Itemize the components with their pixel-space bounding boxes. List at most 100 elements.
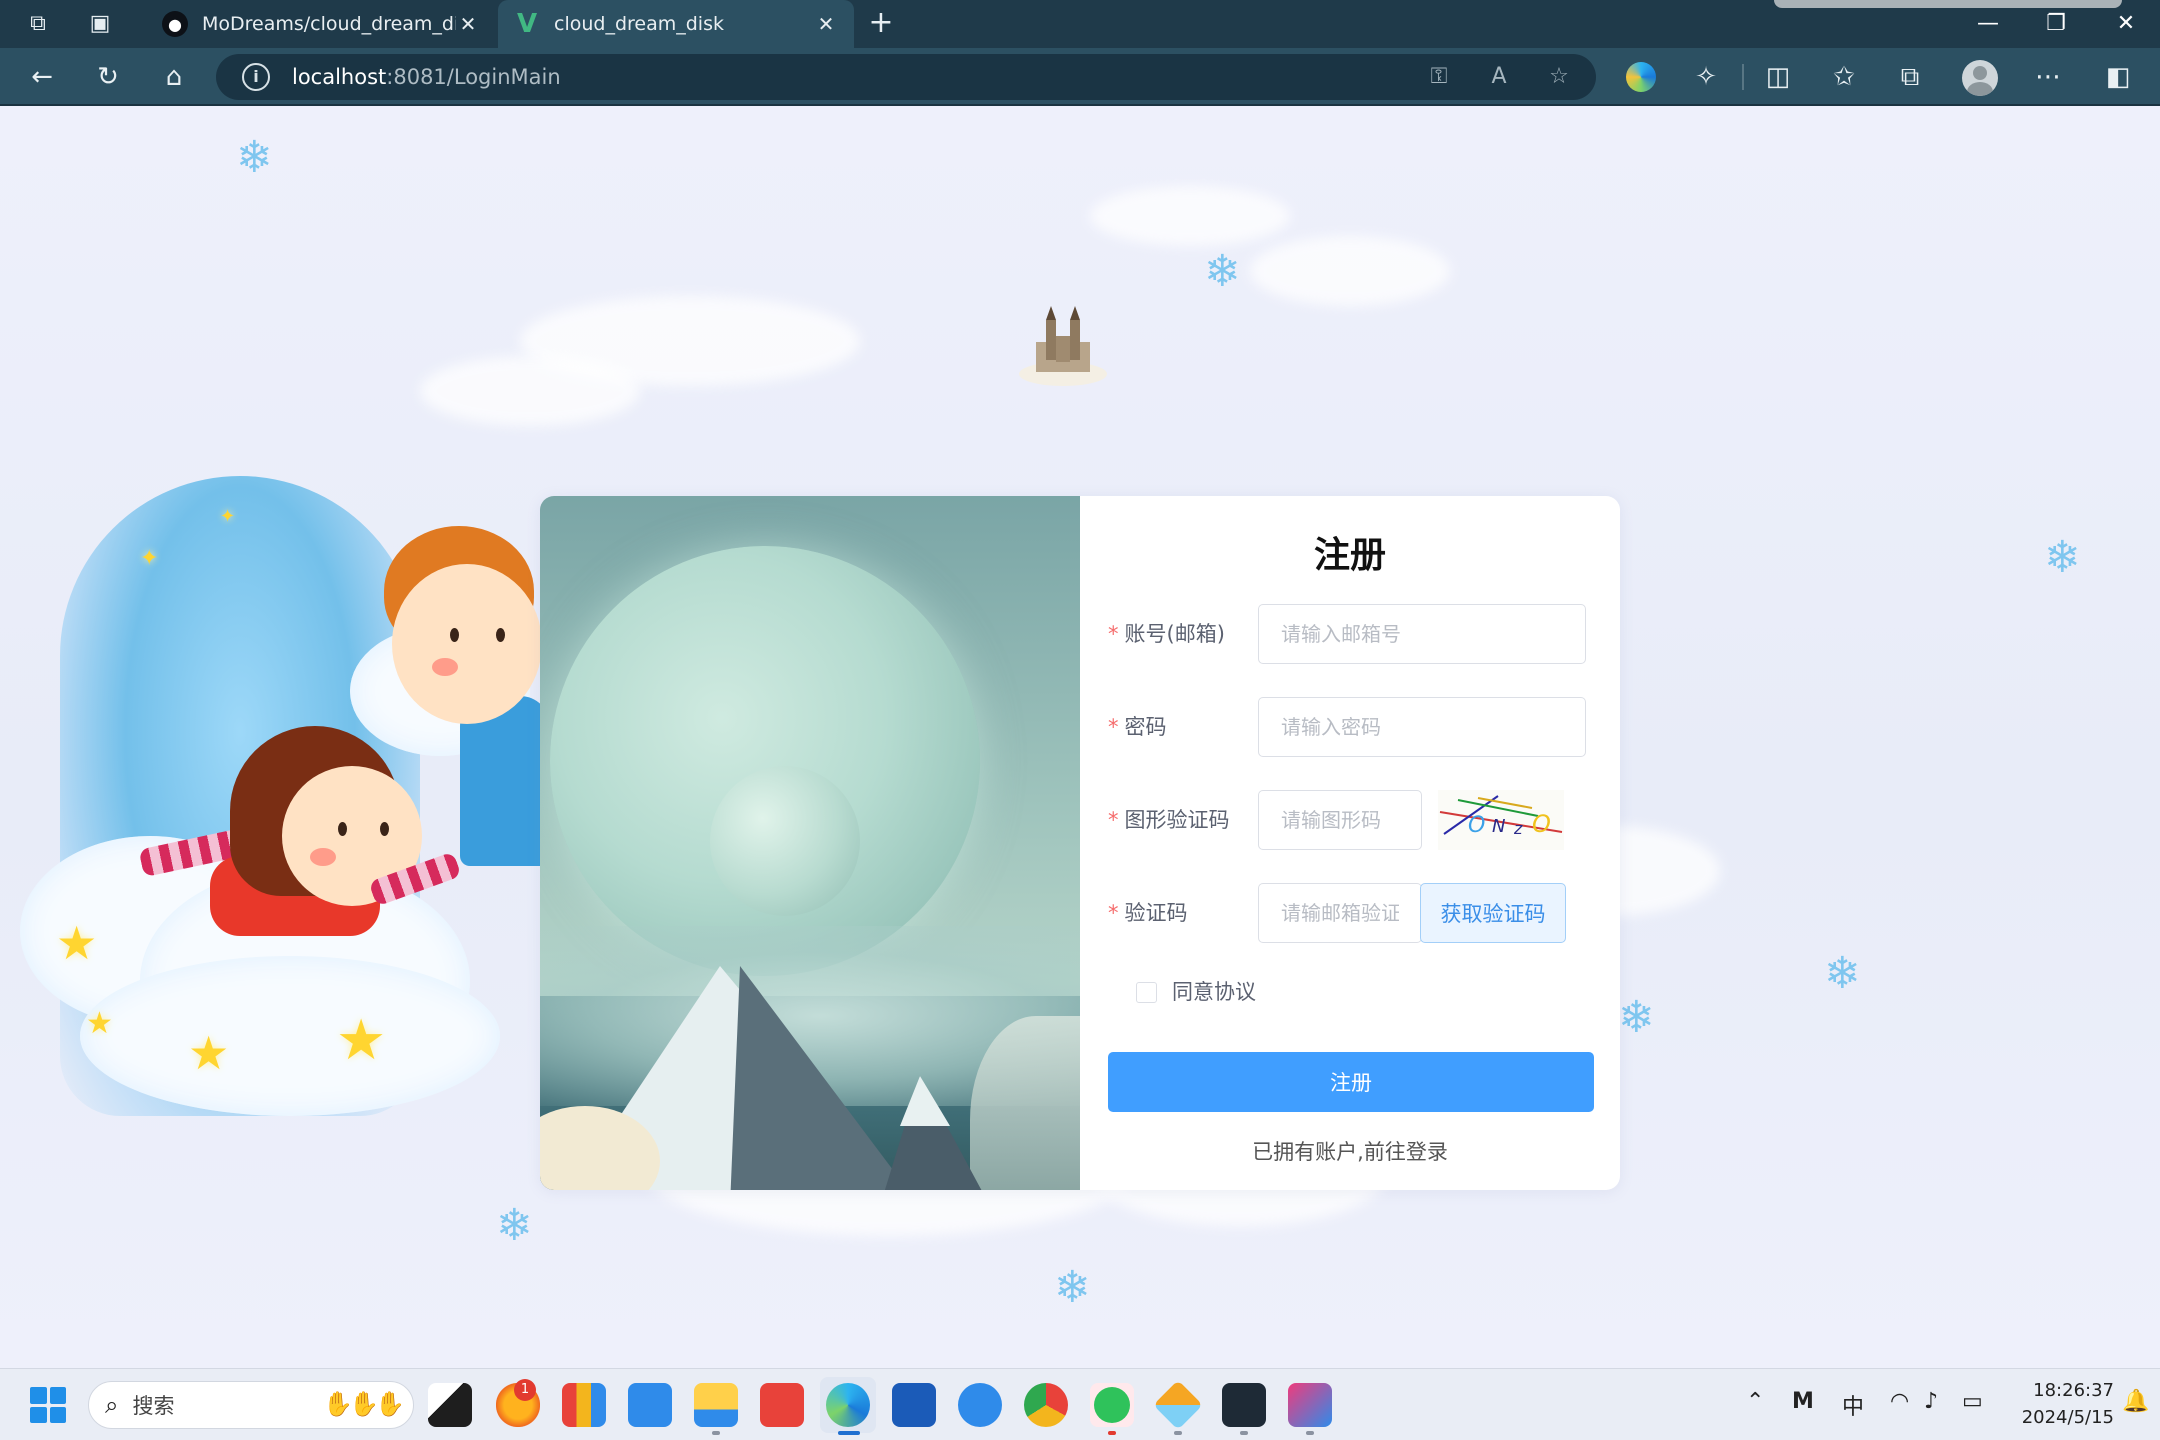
snowflake-icon: ❄ <box>1824 948 1861 999</box>
more-menu-icon[interactable]: ⋯ <box>2028 58 2068 96</box>
running-indicator <box>712 1431 720 1435</box>
collections-icon[interactable]: ⧉ <box>1890 58 1930 96</box>
code-label-text: 验证码 <box>1124 901 1188 925</box>
url-text[interactable]: localhost:8081/LoginMain <box>292 65 561 89</box>
cloud-drive-icon[interactable] <box>628 1383 672 1427</box>
register-submit-button[interactable]: 注册 <box>1108 1052 1594 1112</box>
wechat-icon[interactable] <box>1094 1387 1130 1423</box>
boy-eye <box>450 628 459 642</box>
close-tab-icon[interactable]: ✕ <box>814 12 838 36</box>
password-key-icon[interactable]: ⚿ <box>1422 60 1456 94</box>
agree-checkbox[interactable] <box>1136 982 1157 1003</box>
tab-actions-icon[interactable]: ▣ <box>84 8 116 40</box>
url-host: localhost <box>292 65 387 89</box>
app-diamond-icon[interactable] <box>1153 1380 1203 1430</box>
extensions-icon[interactable]: ✧ <box>1686 58 1726 96</box>
active-indicator <box>838 1431 860 1435</box>
captcha-char: O <box>1468 813 1485 838</box>
star-icon: ✦ <box>220 506 236 527</box>
notifications-icon[interactable]: 🔔 <box>2122 1389 2149 1414</box>
new-tab-button[interactable]: + <box>864 8 898 40</box>
battery-icon[interactable]: ▭ <box>1962 1389 1983 1414</box>
search-icon: ⌕ <box>105 1391 119 1419</box>
get-code-button[interactable]: 获取验证码 <box>1420 883 1566 943</box>
profile-avatar[interactable] <box>1962 60 1998 96</box>
minimize-button[interactable]: — <box>1958 4 2018 44</box>
girl-eye <box>338 822 347 836</box>
address-bar[interactable]: i localhost:8081/LoginMain ⚿ A ☆ <box>216 54 1596 100</box>
taskbar-search[interactable]: ⌕ 搜索 ✋✋✋ <box>88 1381 414 1429</box>
star-icon: ★ <box>56 916 98 970</box>
windows-taskbar: ⌕ 搜索 ✋✋✋ 1 ⌃ M 中 ◠ ♪ ▭ 18:26:37 2024/5/1… <box>0 1368 2160 1440</box>
captcha-label-text: 图形验证码 <box>1124 808 1230 832</box>
read-aloud-icon[interactable]: A <box>1482 60 1516 94</box>
tray-overflow-icon[interactable]: ⌃ <box>1746 1389 1764 1414</box>
close-window-button[interactable]: ✕ <box>2096 4 2156 44</box>
tab-title: cloud_dream_disk <box>554 13 724 35</box>
close-tab-icon[interactable]: ✕ <box>456 12 480 36</box>
required-mark: * <box>1108 808 1119 832</box>
captcha-image[interactable]: O N z O <box>1438 790 1564 850</box>
home-icon[interactable]: ⌂ <box>154 58 194 96</box>
snowflake-icon: ❄ <box>1204 246 1241 297</box>
vue-icon: V <box>516 9 538 39</box>
site-info-icon[interactable]: i <box>242 63 270 91</box>
agree-label[interactable]: 同意协议 <box>1172 974 1256 1010</box>
task-view-icon[interactable] <box>428 1383 472 1427</box>
back-icon[interactable]: ← <box>22 58 62 96</box>
mountain-snowcap <box>900 1076 950 1126</box>
form-title: 注册 <box>1313 535 1386 576</box>
favorites-icon[interactable]: ✩ <box>1824 58 1864 96</box>
castle-illustration <box>1019 306 1107 386</box>
wifi-icon[interactable]: ◠ <box>1890 1389 1909 1414</box>
volume-icon[interactable]: ♪ <box>1924 1389 1938 1414</box>
password-label-text: 密码 <box>1124 715 1167 739</box>
split-screen-icon[interactable]: ◫ <box>1758 58 1798 96</box>
app-store-huawei-icon[interactable] <box>760 1383 804 1427</box>
running-indicator <box>1306 1431 1314 1435</box>
small-planet <box>710 766 860 916</box>
copilot-icon[interactable] <box>1626 62 1656 92</box>
tab-cloud-dream-disk[interactable]: V cloud_dream_disk ✕ <box>498 0 854 48</box>
captcha-input[interactable] <box>1258 790 1422 850</box>
star-icon: ★ <box>336 1008 387 1073</box>
running-indicator <box>1174 1431 1182 1435</box>
app-colorful-icon[interactable] <box>562 1383 606 1427</box>
search-label: 搜索 <box>132 1394 175 1418</box>
tab-title: MoDreams/cloud_dream_disk: — <box>202 13 456 35</box>
intellij-idea-icon[interactable] <box>1288 1383 1332 1427</box>
system-clock[interactable]: 18:26:37 2024/5/15 <box>2004 1377 2114 1431</box>
required-mark: * <box>1108 901 1119 925</box>
captcha-char: z <box>1513 819 1523 838</box>
tray-app-icon[interactable]: M <box>1792 1389 1814 1414</box>
refresh-icon[interactable]: ↻ <box>88 58 128 96</box>
search-highlight-icon: ✋✋✋ <box>323 1390 405 1418</box>
go-to-login-link[interactable]: 已拥有账户,前往登录 <box>1080 1136 1620 1166</box>
ime-indicator[interactable]: 中 <box>1842 1389 1864 1421</box>
star-icon: ★ <box>188 1026 230 1080</box>
password-input[interactable] <box>1258 697 1586 757</box>
snowflake-icon: ❄ <box>1054 1262 1091 1313</box>
snowflake-icon: ❄ <box>496 1200 533 1251</box>
app-blue-icon[interactable] <box>958 1383 1002 1427</box>
email-input[interactable] <box>1258 604 1586 664</box>
terminal-icon[interactable] <box>1222 1383 1266 1427</box>
illustration-cloud <box>80 956 500 1116</box>
chrome-icon[interactable] <box>1024 1383 1068 1427</box>
boy-eye <box>496 628 505 642</box>
tab-github[interactable]: ● MoDreams/cloud_dream_disk: — ✕ <box>146 0 496 48</box>
star-icon: ✦ <box>140 546 159 571</box>
email-label-text: 账号(邮箱) <box>1124 622 1225 646</box>
restore-button[interactable]: ❐ <box>2026 4 2086 44</box>
start-windows-icon[interactable] <box>30 1387 66 1423</box>
favorite-star-icon[interactable]: ☆ <box>1542 60 1576 94</box>
boy-face <box>392 564 542 724</box>
microsoft-store-icon[interactable] <box>892 1383 936 1427</box>
file-explorer-icon[interactable] <box>694 1383 738 1427</box>
background-cloud <box>1090 186 1290 246</box>
page-background: ❄ ❄ ❄ ❄ ❄ ❄ ❄ ❄ ★ <box>0 106 2160 1368</box>
workspaces-icon[interactable]: ⧉ <box>22 8 54 40</box>
sidebar-toggle-icon[interactable]: ◧ <box>2098 58 2138 96</box>
edge-browser-icon[interactable] <box>826 1383 870 1427</box>
email-code-input[interactable] <box>1258 883 1422 943</box>
